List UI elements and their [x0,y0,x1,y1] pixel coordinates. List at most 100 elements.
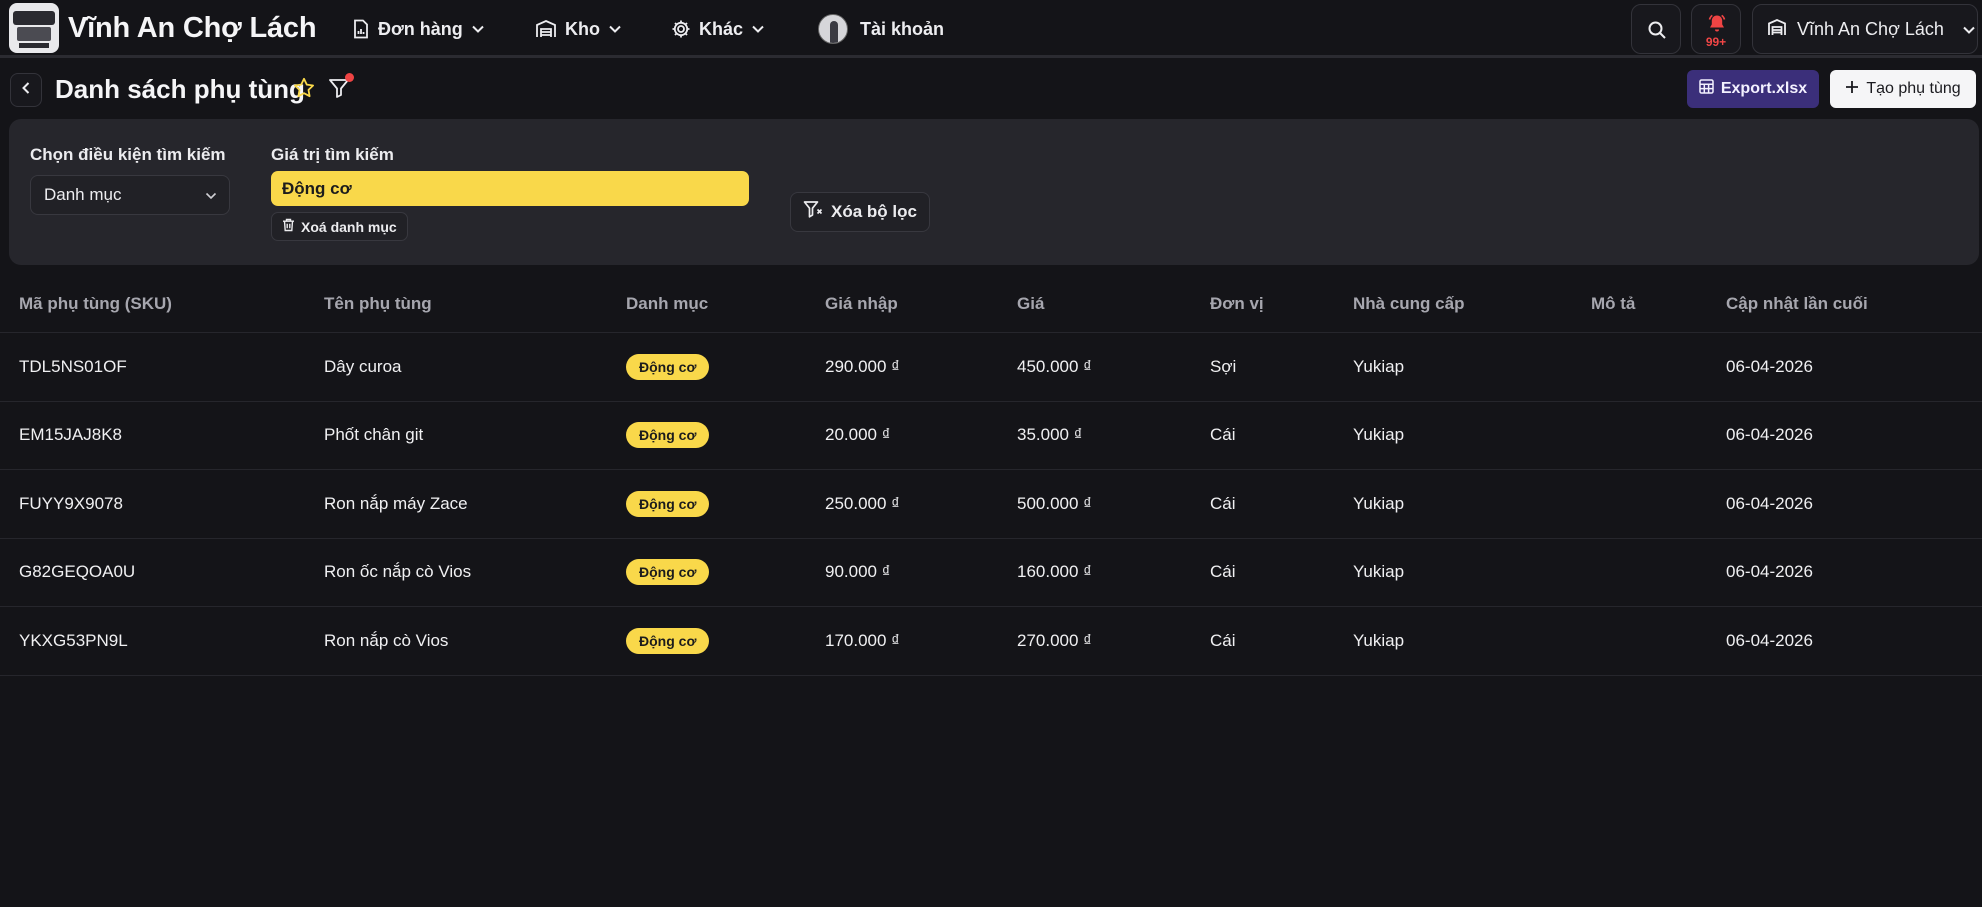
condition-value: Danh mục [44,185,122,204]
cell-category: Động cơ [626,470,710,538]
cell-price: 160.000 ₫ [1017,562,1092,582]
star-icon[interactable] [293,77,315,103]
notification-count: 99+ [1705,35,1727,49]
cell-updated: 06-04-2026 [1726,630,1813,650]
column-header-unit[interactable]: Đơn vị [1210,276,1264,332]
nav-warehouse-label: Kho [565,18,600,39]
cell-unit: Cái [1210,630,1236,650]
chevron-down-icon [205,185,217,205]
cell-unit: Cái [1210,425,1236,445]
cell-updated: 06-04-2026 [1726,356,1813,376]
nav-orders[interactable]: Đơn hàng [352,17,485,41]
cell-cost: 250.000 ₫ [825,493,900,513]
cell-price: 500.000 ₫ [1017,493,1092,513]
cell-name: Phốt chân git [324,425,424,445]
back-button[interactable] [10,73,42,107]
trash-icon [282,218,295,235]
nav-other[interactable]: Khác [671,17,765,41]
cell-category: Động cơ [626,607,710,675]
filter-panel: Chọn điều kiện tìm kiếm Danh mục Giá trị… [9,119,1979,265]
cell-updated: 06-04-2026 [1726,493,1813,513]
cell-unit: Cái [1210,562,1236,582]
brand-logo[interactable] [9,3,59,53]
export-xlsx-button[interactable]: Export.xlsx [1687,70,1819,108]
create-label: Tạo phụ tùng [1866,80,1961,97]
search-icon [1647,20,1667,45]
cell-cost: 290.000 ₫ [825,356,900,376]
brand-name[interactable]: Vĩnh An Chợ Lách [68,12,317,45]
nav-orders-label: Đơn hàng [378,18,463,39]
warehouse-icon [535,19,557,39]
cell-supplier: Yukiap [1353,425,1405,445]
cell-updated: 06-04-2026 [1726,425,1813,445]
condition-label: Chọn điều kiện tìm kiếm [30,145,226,164]
cell-name: Ron ốc nắp cò Vios [324,562,472,582]
column-header-description[interactable]: Mô tả [1591,276,1635,332]
create-part-button[interactable]: Tạo phụ tùng [1830,70,1976,108]
top-navbar: Vĩnh An Chợ Lách Đơn hàng Kho Khác Tài k… [0,0,1982,58]
nav-warehouse[interactable]: Kho [535,17,622,41]
cell-cost: 170.000 ₫ [825,630,900,650]
store-icon [1767,18,1787,41]
condition-select[interactable]: Danh mục [30,175,230,215]
cell-price: 450.000 ₫ [1017,356,1092,376]
nav-account-label: Tài khoản [860,18,945,39]
cell-supplier: Yukiap [1353,562,1405,582]
cell-price: 270.000 ₫ [1017,630,1092,650]
category-badge: Động cơ [626,559,710,586]
column-header-updated[interactable]: Cập nhật lần cuối [1726,276,1868,332]
category-badge: Động cơ [626,422,710,449]
page-title: Danh sách phụ tùng [55,74,305,104]
chevron-down-icon [471,24,485,34]
nav-account[interactable]: Tài khoản [818,14,944,44]
column-header-price[interactable]: Giá [1017,276,1044,332]
cell-price: 35.000 ₫ [1017,425,1083,445]
cell-sku: TDL5NS01OF [19,356,127,376]
shop-name: Vĩnh An Chợ Lách [1797,18,1944,39]
table-row[interactable]: EM15JAJ8K8 Phốt chân git Động cơ 20.000 … [0,402,1982,470]
table-row[interactable]: FUYY9X9078 Ron nắp máy Zace Động cơ 250.… [0,470,1982,539]
cell-name: Ron nắp máy Zace [324,493,468,513]
cell-unit: Cái [1210,493,1236,513]
table-row[interactable]: G82GEQOA0U Ron ốc nắp cò Vios Động cơ 90… [0,539,1982,607]
cell-sku: EM15JAJ8K8 [19,425,122,445]
filter-icon[interactable] [328,78,350,103]
cell-name: Ron nắp cò Vios [324,630,449,650]
cell-supplier: Yukiap [1353,493,1405,513]
cell-supplier: Yukiap [1353,630,1405,650]
table-icon [1699,79,1714,99]
table-row[interactable]: YKXG53PN9L Ron nắp cò Vios Động cơ 170.0… [0,607,1982,676]
search-button[interactable] [1631,4,1681,54]
plus-icon [1845,80,1859,99]
clear-category-label: Xoá danh mục [301,218,397,235]
avatar [818,14,848,44]
gear-icon [671,19,691,39]
table-row[interactable]: TDL5NS01OF Dây curoa Động cơ 290.000 ₫ 4… [0,333,1982,402]
cell-supplier: Yukiap [1353,356,1405,376]
column-header-supplier[interactable]: Nhà cung cấp [1353,276,1464,332]
shop-selector[interactable]: Vĩnh An Chợ Lách [1752,4,1978,54]
clear-filter-button[interactable]: Xóa bộ lọc [790,192,930,232]
chevron-down-icon [751,24,765,34]
column-header-cost[interactable]: Giá nhập [825,276,898,332]
category-badge: Động cơ [626,627,710,654]
cell-sku: G82GEQOA0U [19,562,136,582]
cell-unit: Sợi [1210,356,1237,376]
notifications-button[interactable]: 99+ [1691,4,1741,54]
chevron-down-icon [608,24,622,34]
column-header-name[interactable]: Tên phụ tùng [324,276,432,332]
column-header-category[interactable]: Danh mục [626,276,708,332]
filter-active-dot [345,73,354,82]
cell-updated: 06-04-2026 [1726,562,1813,582]
export-label: Export.xlsx [1720,80,1808,97]
chevron-left-icon [21,81,31,100]
table-header: Mã phụ tùng (SKU) Tên phụ tùng Danh mục … [0,276,1982,333]
cell-sku: YKXG53PN9L [19,630,128,650]
clear-category-button[interactable]: Xoá danh mục [271,212,408,241]
search-value-input[interactable] [271,171,749,206]
column-header-sku[interactable]: Mã phụ tùng (SKU) [19,276,172,332]
value-label: Giá trị tìm kiếm [271,145,394,164]
cell-category: Động cơ [626,333,710,401]
cell-name: Dây curoa [324,356,402,376]
filter-x-icon [803,200,823,224]
